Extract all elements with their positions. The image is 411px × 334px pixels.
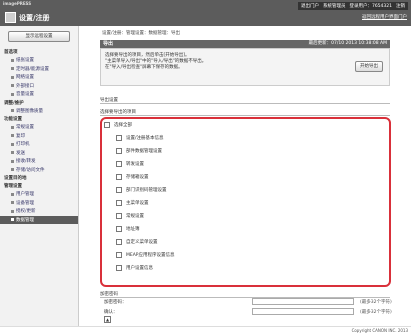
confirm-row: 确认： (最多32个字符) [104,308,392,315]
export-item[interactable]: 设置/注册基本信息 [116,135,164,141]
sidebar-item-volume[interactable]: 音量设置 [0,90,78,99]
item-checkbox[interactable] [116,187,122,193]
bullet-icon [11,151,14,155]
sidebar-item-printer[interactable]: 打印机 [0,140,78,149]
user-bar: 退出门户 系统管理员 登录用户：7654321 注销 [297,2,408,10]
brand-logo: imagePRESS [3,1,32,6]
password-input[interactable] [252,298,354,305]
sidebar-item-license[interactable]: 授权/更新 [0,207,78,216]
sidebar-item-copy[interactable]: 复印 [0,132,78,141]
sidebar-item-receive[interactable]: 接收/转发 [0,157,78,166]
breadcrumb: 设置/注册：管理设置：数据管理：导出 [102,31,181,36]
sidebar-section-destination[interactable]: 设置目的地 [0,174,78,182]
export-item[interactable]: 主菜单设置 [116,200,149,206]
return-portal-link[interactable]: 返回远程用户界面门户 [362,14,407,20]
sidebar-section-adjust[interactable]: 调整/维护 [0,99,78,107]
app-title: 设置/注册 [5,12,50,23]
remote-settings-button[interactable]: 显示远程设置 [8,31,70,42]
bullet-icon [11,67,14,71]
export-item[interactable]: 用户设置信息 [116,265,153,271]
item-checkbox[interactable] [116,213,122,219]
bullet-icon [11,192,14,196]
item-checkbox[interactable] [116,226,122,232]
bullet-icon [11,142,14,146]
export-item[interactable]: 存储箱设置 [116,174,149,180]
app-title-text: 设置/注册 [19,13,50,22]
select-all-checkbox[interactable] [104,122,110,128]
sidebar-item-send[interactable]: 发送 [0,149,78,158]
password-label: 加密密码： [104,299,127,305]
bullet-icon [11,134,14,138]
bullet-icon [11,218,14,222]
encryption-title: 加密密码 [100,291,390,298]
user-role: 系统管理员 [322,4,346,9]
sidebar-item-data-mgmt[interactable]: 数据管理 [0,215,78,224]
start-export-button[interactable]: 开始导出 [355,61,383,72]
exit-portal-link[interactable]: 退出门户 [301,3,319,9]
export-item[interactable]: 自定义菜单设置 [116,239,158,245]
bullet-icon [11,75,14,79]
item-checkbox[interactable] [116,161,122,167]
bullet-icon [11,84,14,88]
bullet-icon [11,201,14,205]
export-items-box: 选择全部 设置/注册基本信息 部件数据管理设置 转发设置 存储箱设置 部门识别码… [100,117,391,287]
bullet-icon [11,58,14,62]
sidebar-item-user-mgmt[interactable]: 用户管理 [0,190,78,199]
sidebar-item-network[interactable]: 网络设置 [0,73,78,82]
export-item[interactable]: 转发设置 [116,161,144,167]
export-item[interactable]: 部件数据管理设置 [116,148,162,154]
sidebar-item-device-mgmt[interactable]: 设备管理 [0,199,78,208]
export-item[interactable]: 地址簿 [116,226,140,232]
item-checkbox[interactable] [116,239,122,245]
item-checkbox[interactable] [116,148,122,154]
bullet-icon [11,159,14,163]
password-row: 加密密码： (最多32个字符) [104,298,392,305]
bullet-icon [11,92,14,96]
item-checkbox[interactable] [116,252,122,258]
top-of-page-icon[interactable]: ▲ [104,316,111,323]
sidebar-item-timer[interactable]: 定时器/能源设置 [0,65,78,74]
last-updated: 最后更新：07/10 2013 10:38:08 AM [308,41,387,46]
confirm-input[interactable] [252,308,354,315]
item-checkbox[interactable] [116,174,122,180]
export-item[interactable]: 常规设置 [116,213,144,219]
panel-title-text: 导出 [103,41,114,47]
sidebar-item-store[interactable]: 存储/访问文件 [0,166,78,175]
description-line: 在"导入/导出检查"屏幕下保存的数据。 [105,65,183,70]
password-hint: (最多32个字符) [360,299,392,305]
export-item[interactable]: MEAP应用程序设置信息 [116,252,175,258]
sidebar-section-functions[interactable]: 功能设置 [0,115,78,123]
sidebar-item-image-quality[interactable]: 调整图像质量 [0,107,78,116]
sidebar-item-interface[interactable]: 外部接口 [0,82,78,91]
page: imagePRESS 设置/注册 退出门户 系统管理员 登录用户：7654321… [0,0,411,334]
select-all-row[interactable]: 选择全部 [104,122,132,128]
sidebar-section-management[interactable]: 管理设置 [0,182,78,190]
item-checkbox[interactable] [116,135,122,141]
sidebar-item-general[interactable]: 常规设置 [0,123,78,132]
bullet-icon [11,125,14,129]
bullet-icon [11,209,14,213]
copyright: Copyright CANON INC. 2013 [351,328,408,333]
item-checkbox[interactable] [116,265,122,271]
top-bar: imagePRESS 设置/注册 退出门户 系统管理员 登录用户：7654321… [0,0,411,26]
login-user: 登录用户：7654321 [349,4,392,9]
panel-title: 导出 最后更新：07/10 2013 10:38:08 AM [100,40,390,48]
export-item[interactable]: 部门识别码管理设置 [116,187,167,193]
sidebar: 显示远程设置 首选项 纸张设置 定时器/能源设置 网络设置 外部接口 音量设置 … [0,26,79,326]
items-title: 选择要导出的项目 [100,109,390,116]
item-checkbox[interactable] [116,200,122,206]
settings-icon [5,12,16,23]
sidebar-item-paper[interactable]: 纸张设置 [0,56,78,65]
sidebar-section-preferences[interactable]: 首选项 [0,48,78,56]
export-settings-title: 导出设置 [100,97,390,104]
logout-link[interactable]: 注销 [396,3,405,9]
bullet-icon [11,168,14,172]
confirm-label: 确认： [104,309,118,315]
bullet-icon [11,109,14,113]
description-box: 选择要导出的项目，然后单击[开始导出]。 "主菜单导入/导出"中的"导入/导出"… [100,48,390,86]
confirm-hint: (最多32个字符) [360,309,392,315]
